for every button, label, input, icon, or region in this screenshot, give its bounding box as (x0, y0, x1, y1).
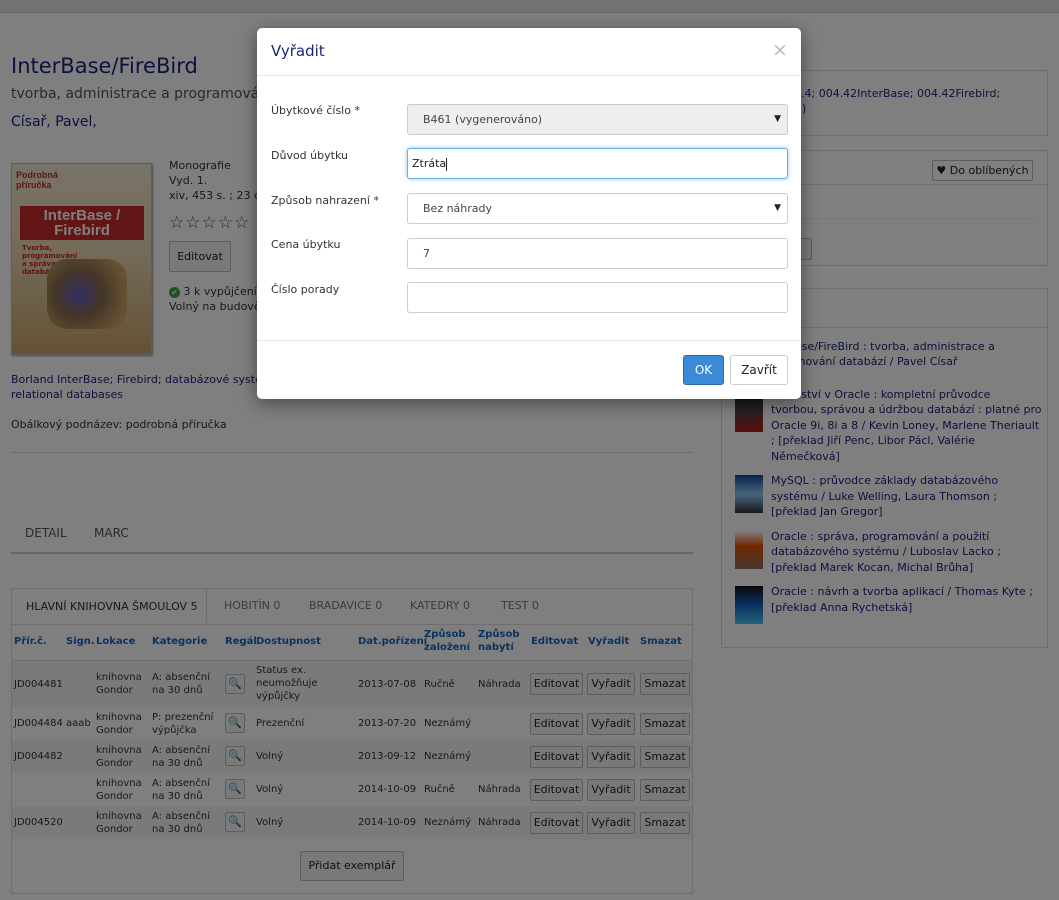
discard-price-input[interactable]: 7 (407, 238, 788, 269)
field-label: Cena úbytku (271, 238, 341, 251)
text-cursor (446, 157, 448, 171)
discard-dialog: Vyřadit × Úbytkové číslo * B461 (vygener… (257, 28, 801, 399)
ok-button[interactable]: OK (683, 355, 724, 385)
close-button[interactable]: Zavřít (730, 355, 788, 385)
dialog-title: Vyřadit (271, 42, 325, 60)
caret-down-icon: ▼ (774, 114, 781, 124)
select-value: Bez náhrady (423, 202, 493, 215)
field-label: Úbytkové číslo * (271, 104, 360, 117)
divider (257, 75, 801, 76)
caret-down-icon: ▼ (774, 203, 781, 213)
select-value: B461 (vygenerováno) (423, 113, 543, 126)
field-label: Číslo porady (271, 283, 340, 296)
field-label: Důvod úbytku (271, 149, 348, 162)
discard-number-select[interactable]: B461 (vygenerováno) ▼ (407, 104, 788, 135)
input-value: 7 (423, 247, 430, 260)
close-icon[interactable]: × (772, 39, 788, 61)
input-value: Ztráta (412, 157, 447, 170)
field-label: Způsob nahrazení * (271, 194, 379, 207)
discard-reason-input[interactable]: Ztráta (407, 148, 788, 179)
replacement-method-select[interactable]: Bez náhrady ▼ (407, 193, 788, 224)
meeting-number-input[interactable] (407, 282, 788, 313)
divider (257, 340, 801, 341)
